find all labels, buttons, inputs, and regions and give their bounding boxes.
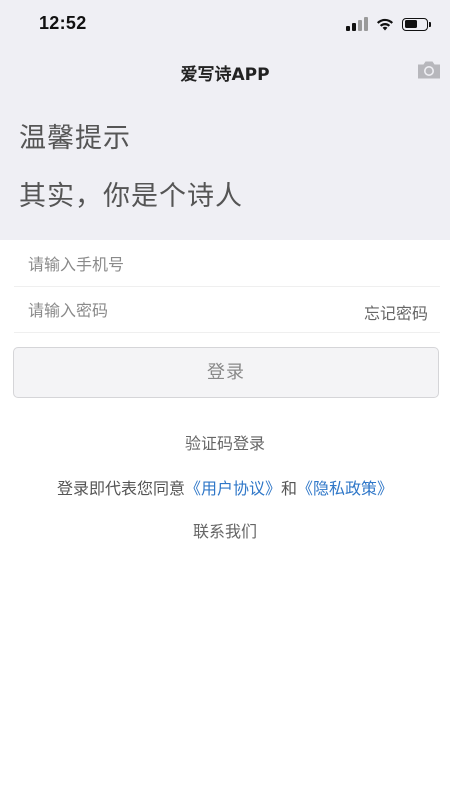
user-agreement-link[interactable]: 《用户协议》: [185, 479, 281, 498]
tip-title: 温馨提示: [19, 123, 131, 154]
navbar: 爱写诗APP: [0, 48, 450, 94]
status-bar: 12:52: [0, 0, 450, 48]
wifi-icon: [377, 18, 393, 31]
status-time: 12:52: [39, 13, 87, 33]
agreement-row: 登录即代表您同意《用户协议》和《隐私政策》: [0, 475, 450, 499]
contact-us-link[interactable]: 联系我们: [193, 522, 257, 541]
contact-row: 联系我们: [0, 518, 450, 542]
login-button[interactable]: 登录: [13, 347, 439, 398]
password-input[interactable]: [28, 287, 328, 333]
password-row: 忘记密码: [14, 287, 440, 333]
privacy-policy-link[interactable]: 《隐私政策》: [297, 479, 393, 498]
phone-row: [14, 241, 440, 287]
forgot-password-link[interactable]: 忘记密码: [364, 300, 428, 324]
camera-button[interactable]: [416, 58, 442, 82]
tip-text: 其实，你是个诗人: [19, 181, 243, 212]
sms-login-link[interactable]: 验证码登录: [185, 434, 265, 453]
cellular-signal-icon: [346, 17, 368, 31]
sms-login-row: 验证码登录: [0, 430, 450, 454]
battery-icon: [402, 17, 431, 31]
page-title: 爱写诗APP: [180, 65, 270, 85]
agreement-conjunction: 和: [281, 479, 298, 498]
camera-icon: [418, 61, 440, 79]
phone-input[interactable]: [28, 241, 328, 287]
status-icons: [346, 15, 431, 33]
agreement-prefix: 登录即代表您同意: [56, 479, 185, 498]
